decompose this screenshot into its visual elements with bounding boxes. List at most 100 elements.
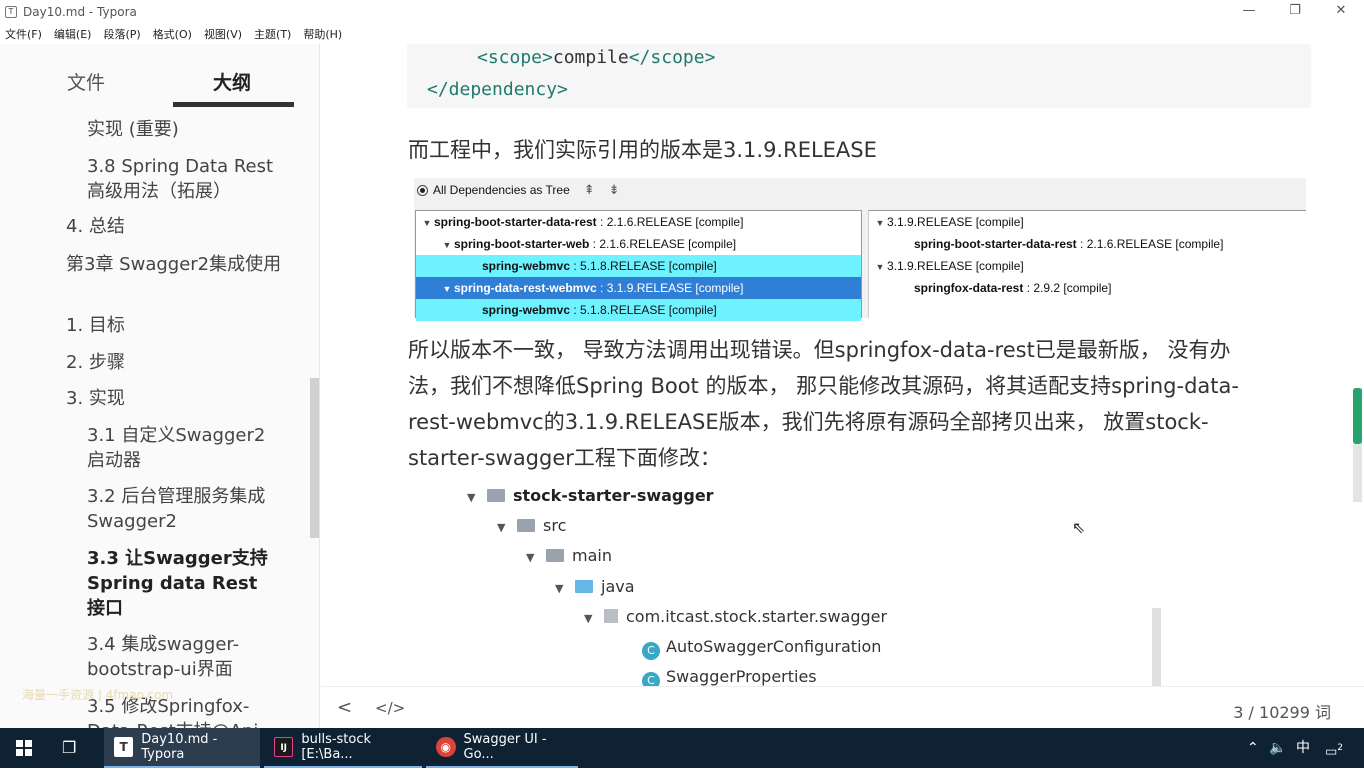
chevron-up-icon[interactable]: ⌃ [1247, 728, 1259, 768]
menu-paragraph[interactable]: 段落(P) [103, 26, 140, 42]
windows-start-icon[interactable] [16, 740, 32, 756]
tree-class: C AutoSwaggerConfiguration [642, 632, 881, 662]
deps-right-pane: ▼ 3.1.9.RELEASE [compile] spring-boot-sta… [868, 210, 1306, 318]
typora-icon: T [114, 737, 134, 757]
menu-edit[interactable]: 编辑(E) [54, 26, 92, 42]
tree-folder-main: ▼ main [526, 541, 612, 571]
tab-outline[interactable]: 大纲 [213, 68, 251, 95]
ime-indicator[interactable]: 中 [1296, 728, 1310, 768]
chevron-down-icon: ▼ [526, 551, 535, 564]
outline-item[interactable]: 3.4 集成swagger-bootstrap-ui界面 [87, 632, 257, 682]
volume-icon[interactable]: 🔈 [1269, 728, 1286, 768]
outline-item-active[interactable]: 3.3 让Swagger支持Spring data Rest 接口 [87, 546, 277, 621]
menu-theme[interactable]: 主题(T) [254, 26, 291, 42]
paragraph: 而工程中，我们实际引用的版本是3.1.9.RELEASE [408, 138, 877, 162]
chevron-down-icon: ▼ [422, 218, 432, 228]
tree-folder-src: ▼ src [497, 511, 566, 541]
outline-item[interactable]: 4. 总结 [66, 214, 281, 239]
editor-scrollbar-thumb[interactable] [1353, 388, 1362, 444]
restore-button[interactable]: ❐ [1272, 0, 1318, 24]
taskbar-item-intellij[interactable]: IJ bulls-stock [E:\Ba... [264, 728, 422, 768]
sidebar: 文件 大纲 实现 (重要) 3.8 Spring Data Rest 高级用法（… [0, 44, 320, 728]
radio-icon [417, 184, 428, 196]
class-icon: C [642, 672, 660, 686]
intellij-icon: IJ [274, 737, 294, 757]
chevron-down-icon: ▼ [497, 521, 506, 534]
chevron-down-icon: ▼ [584, 612, 593, 625]
window-title: Day10.md - Typora [23, 5, 137, 19]
class-icon: C [642, 642, 660, 660]
chevron-down-icon: ▼ [442, 240, 452, 250]
tree-package: ▼ com.itcast.stock.starter.swagger [584, 602, 887, 632]
back-button[interactable]: < [337, 697, 352, 718]
taskbar-item-chrome[interactable]: ◉ Swagger UI - Go... [426, 728, 578, 768]
outline-item[interactable]: 实现 (重要) [87, 117, 302, 142]
dep-row: ▼ 3.1.9.RELEASE [compile] [869, 211, 1306, 233]
dep-row: ▼ spring-boot-starter-data-rest : 2.1.6.R… [416, 211, 861, 233]
paragraph-line: rest-webmvc的3.1.9.RELEASE版本，我们先将原有源码全部拷贝… [408, 410, 1209, 434]
deps-toolbar-label: All Dependencies as Tree [433, 183, 570, 197]
dep-row: spring-boot-starter-data-rest : 2.1.6.RE… [914, 237, 1224, 251]
tab-files[interactable]: 文件 [67, 68, 105, 95]
editor-content[interactable]: <scope>compile</scope> </dependency> 而工程… [321, 44, 1364, 686]
menu-bar: 文件(F) 编辑(E) 段落(P) 格式(O) 视图(V) 主题(T) 帮助(H… [0, 24, 354, 44]
dep-row: spring-webmvc : 5.1.8.RELEASE [compile] [416, 255, 861, 277]
source-folder-icon [575, 580, 593, 593]
dep-row: springfox-data-rest : 2.9.2 [compile] [914, 281, 1112, 295]
chevron-down-icon: ▼ [442, 284, 452, 294]
typora-icon: T [5, 6, 17, 18]
project-folder-icon [487, 489, 505, 502]
notification-icon[interactable]: ▭2 [1325, 728, 1343, 768]
menu-file[interactable]: 文件(F) [5, 26, 42, 42]
chrome-icon: ◉ [436, 737, 456, 757]
tree-scrollbar [1152, 608, 1161, 686]
collapse-all-icon: ⇟ [608, 182, 620, 197]
mouse-cursor-icon: ⇖ [1072, 518, 1086, 537]
menu-help[interactable]: 帮助(H) [303, 26, 342, 42]
dep-row: spring-webmvc : 5.1.8.RELEASE [compile] [416, 299, 861, 321]
package-icon [604, 609, 618, 623]
window-controls: — ❐ ✕ [1226, 0, 1364, 24]
outline-item[interactable]: 3. 实现 [66, 386, 281, 411]
paragraph-line: 法，我们不想降低Spring Boot 的版本， 那只能修改其源码，将其适配支持… [408, 374, 1239, 398]
chevron-down-icon: ▼ [875, 262, 885, 272]
status-bar: < </> 3 / 10299 词 [321, 686, 1364, 728]
dep-row: ▼ 3.1.9.RELEASE [compile] [869, 255, 1306, 277]
outline-item[interactable]: 1. 目标 [66, 313, 281, 338]
dep-row: ▼ spring-boot-starter-web : 2.1.6.RELEASE… [416, 233, 861, 255]
chevron-down-icon: ▼ [467, 491, 476, 504]
tree-project-root: ▼ stock-starter-swagger [467, 481, 714, 511]
title-bar: T Day10.md - Typora — ❐ ✕ [0, 0, 1364, 24]
outline-item[interactable]: 3.1 自定义Swagger2启动器 [87, 423, 277, 473]
paragraph-line: starter-swagger工程下面修改： [408, 446, 721, 470]
watermark: 海量一手资源 | 4fmao.com [22, 688, 174, 702]
tree-class: C SwaggerProperties [642, 662, 817, 686]
close-button[interactable]: ✕ [1318, 0, 1364, 24]
taskbar-item-typora[interactable]: T Day10.md - Typora [104, 728, 260, 768]
sidebar-tabs: 文件 大纲 [0, 60, 319, 110]
task-view-icon[interactable]: ❐ [62, 728, 76, 768]
dependency-tree-image: All Dependencies as Tree ⇞ ⇟ ▼ spring-boo… [414, 178, 1306, 321]
chevron-down-icon: ▼ [555, 582, 564, 595]
sidebar-scrollbar[interactable] [310, 378, 319, 538]
folder-icon [546, 549, 564, 562]
menu-format[interactable]: 格式(O) [153, 26, 192, 42]
folder-icon [517, 519, 535, 532]
source-mode-button[interactable]: </> [375, 699, 405, 717]
code-line: </dependency> [427, 79, 568, 100]
dep-row-selected: ▼ spring-data-rest-webmvc : 3.1.9.RELEASE… [416, 277, 861, 299]
menu-view[interactable]: 视图(V) [204, 26, 242, 42]
outline-item[interactable]: 2. 步骤 [66, 350, 281, 375]
code-block[interactable]: <scope>compile</scope> </dependency> [407, 44, 1311, 108]
outline-item[interactable]: 第3章 Swagger2集成使用 [66, 252, 286, 277]
deps-toolbar: All Dependencies as Tree ⇞ ⇟ [414, 178, 1306, 202]
paragraph-line: 所以版本不一致， 导致方法调用出现错误。但springfox-data-rest… [408, 338, 1231, 362]
minimize-button[interactable]: — [1226, 0, 1272, 24]
expand-all-icon: ⇞ [583, 182, 595, 197]
word-count[interactable]: 3 / 10299 词 [1233, 699, 1331, 723]
chevron-down-icon: ▼ [875, 218, 885, 228]
code-line: <scope>compile</scope> [477, 47, 716, 68]
outline-item[interactable]: 3.2 后台管理服务集成Swagger2 [87, 484, 292, 534]
active-tab-indicator [173, 102, 294, 107]
outline-item[interactable]: 3.8 Spring Data Rest 高级用法（拓展） [87, 154, 287, 204]
